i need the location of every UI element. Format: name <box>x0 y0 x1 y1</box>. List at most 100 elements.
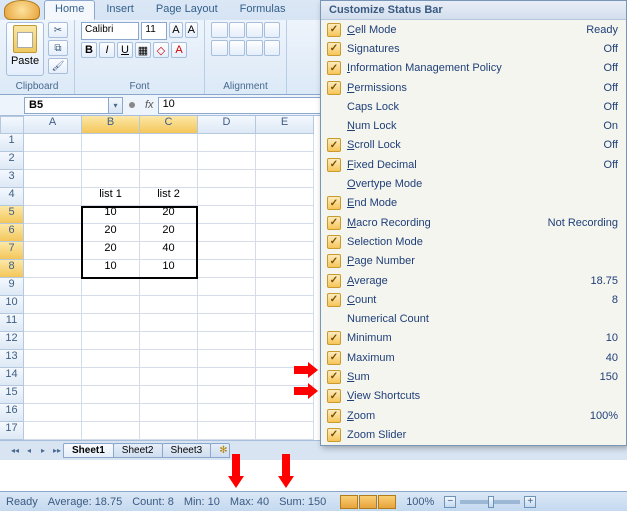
row-header[interactable]: 11 <box>0 314 24 332</box>
ctx-item-page-number[interactable]: ✓Page Number <box>321 252 626 271</box>
cell-C5[interactable]: 20 <box>140 206 198 224</box>
cell-C8[interactable]: 10 <box>140 260 198 278</box>
align-right-button[interactable] <box>246 40 263 56</box>
ctx-item-sum[interactable]: ✓Sum150 <box>321 367 626 386</box>
bold-button[interactable]: B <box>81 42 97 58</box>
cell-D7[interactable] <box>198 242 256 260</box>
cell-A17[interactable] <box>24 422 82 440</box>
cell-A2[interactable] <box>24 152 82 170</box>
align-middle-button[interactable] <box>229 22 246 38</box>
cell-D1[interactable] <box>198 134 256 152</box>
cell-D12[interactable] <box>198 332 256 350</box>
col-header-D[interactable]: D <box>198 116 256 134</box>
cell-D3[interactable] <box>198 170 256 188</box>
cell-B10[interactable] <box>82 296 140 314</box>
cell-D10[interactable] <box>198 296 256 314</box>
ctx-item-overtype-mode[interactable]: Overtype Mode <box>321 174 626 193</box>
fill-color-button[interactable]: ◇ <box>153 42 169 58</box>
zoom-in-button[interactable]: + <box>524 496 536 508</box>
tab-home[interactable]: Home <box>44 0 95 20</box>
cell-C1[interactable] <box>140 134 198 152</box>
ctx-item-scroll-lock[interactable]: ✓Scroll LockOff <box>321 136 626 155</box>
cell-E2[interactable] <box>256 152 314 170</box>
row-header[interactable]: 14 <box>0 368 24 386</box>
cell-E9[interactable] <box>256 278 314 296</box>
italic-button[interactable]: I <box>99 42 115 58</box>
cell-B8[interactable]: 10 <box>82 260 140 278</box>
cell-C12[interactable] <box>140 332 198 350</box>
decrease-indent-button[interactable] <box>264 40 281 56</box>
zoom-percent[interactable]: 100% <box>406 496 434 508</box>
font-color-button[interactable]: A <box>171 42 187 58</box>
cell-A13[interactable] <box>24 350 82 368</box>
cell-E3[interactable] <box>256 170 314 188</box>
col-header-E[interactable]: E <box>256 116 314 134</box>
ctx-item-caps-lock[interactable]: Caps LockOff <box>321 97 626 116</box>
align-center-button[interactable] <box>229 40 246 56</box>
cell-E7[interactable] <box>256 242 314 260</box>
cell-D13[interactable] <box>198 350 256 368</box>
cell-D4[interactable] <box>198 188 256 206</box>
cell-D5[interactable] <box>198 206 256 224</box>
cell-C13[interactable] <box>140 350 198 368</box>
row-header[interactable]: 8 <box>0 260 24 278</box>
sheet-tab-1[interactable]: Sheet1 <box>63 443 114 458</box>
cell-D11[interactable] <box>198 314 256 332</box>
cell-E1[interactable] <box>256 134 314 152</box>
row-header[interactable]: 5 <box>0 206 24 224</box>
row-header[interactable]: 10 <box>0 296 24 314</box>
cell-C4[interactable]: list 2 <box>140 188 198 206</box>
tab-page-layout[interactable]: Page Layout <box>145 0 229 20</box>
ctx-item-information-management-policy[interactable]: ✓Information Management PolicyOff <box>321 59 626 78</box>
cell-A4[interactable] <box>24 188 82 206</box>
col-header-A[interactable]: A <box>24 116 82 134</box>
border-button[interactable]: ▦ <box>135 42 151 58</box>
ctx-item-num-lock[interactable]: Num LockOn <box>321 116 626 135</box>
ctx-item-zoom[interactable]: ✓Zoom100% <box>321 406 626 425</box>
sheet-tab-2[interactable]: Sheet2 <box>113 443 163 458</box>
row-header[interactable]: 15 <box>0 386 24 404</box>
ctx-item-cell-mode[interactable]: ✓Cell ModeReady <box>321 20 626 39</box>
cell-B13[interactable] <box>82 350 140 368</box>
ctx-item-signatures[interactable]: ✓SignaturesOff <box>321 39 626 58</box>
font-name-select[interactable]: Calibri <box>81 22 139 40</box>
ctx-item-macro-recording[interactable]: ✓Macro RecordingNot Recording <box>321 213 626 232</box>
cell-C16[interactable] <box>140 404 198 422</box>
cell-A15[interactable] <box>24 386 82 404</box>
tab-nav-prev[interactable]: ◂ <box>22 443 36 459</box>
office-button[interactable] <box>4 0 40 20</box>
ctx-item-zoom-slider[interactable]: ✓Zoom Slider <box>321 425 626 444</box>
cell-C7[interactable]: 40 <box>140 242 198 260</box>
cell-E12[interactable] <box>256 332 314 350</box>
cell-D6[interactable] <box>198 224 256 242</box>
ctx-item-permissions[interactable]: ✓PermissionsOff <box>321 78 626 97</box>
cell-B17[interactable] <box>82 422 140 440</box>
cell-D16[interactable] <box>198 404 256 422</box>
ctx-item-count[interactable]: ✓Count8 <box>321 290 626 309</box>
cell-C17[interactable] <box>140 422 198 440</box>
ctx-item-maximum[interactable]: ✓Maximum40 <box>321 348 626 367</box>
shrink-font-button[interactable]: A <box>185 22 198 38</box>
ctx-item-fixed-decimal[interactable]: ✓Fixed DecimalOff <box>321 155 626 174</box>
split-handle[interactable] <box>129 102 135 108</box>
cell-C11[interactable] <box>140 314 198 332</box>
zoom-out-button[interactable]: − <box>444 496 456 508</box>
select-all-corner[interactable] <box>0 116 24 134</box>
name-box[interactable]: B5 <box>24 97 109 114</box>
format-painter-button[interactable]: 🖌 <box>48 58 68 74</box>
cell-C15[interactable] <box>140 386 198 404</box>
cell-E17[interactable] <box>256 422 314 440</box>
grow-font-button[interactable]: A <box>169 22 182 38</box>
cell-D14[interactable] <box>198 368 256 386</box>
cell-B15[interactable] <box>82 386 140 404</box>
row-header[interactable]: 7 <box>0 242 24 260</box>
row-header[interactable]: 12 <box>0 332 24 350</box>
cell-A5[interactable] <box>24 206 82 224</box>
cell-E10[interactable] <box>256 296 314 314</box>
cell-B9[interactable] <box>82 278 140 296</box>
tab-nav-first[interactable]: ◂◂ <box>8 443 22 459</box>
ctx-item-average[interactable]: ✓Average18.75 <box>321 271 626 290</box>
sheet-tab-3[interactable]: Sheet3 <box>162 443 212 458</box>
cell-A3[interactable] <box>24 170 82 188</box>
view-normal-button[interactable] <box>340 495 358 509</box>
